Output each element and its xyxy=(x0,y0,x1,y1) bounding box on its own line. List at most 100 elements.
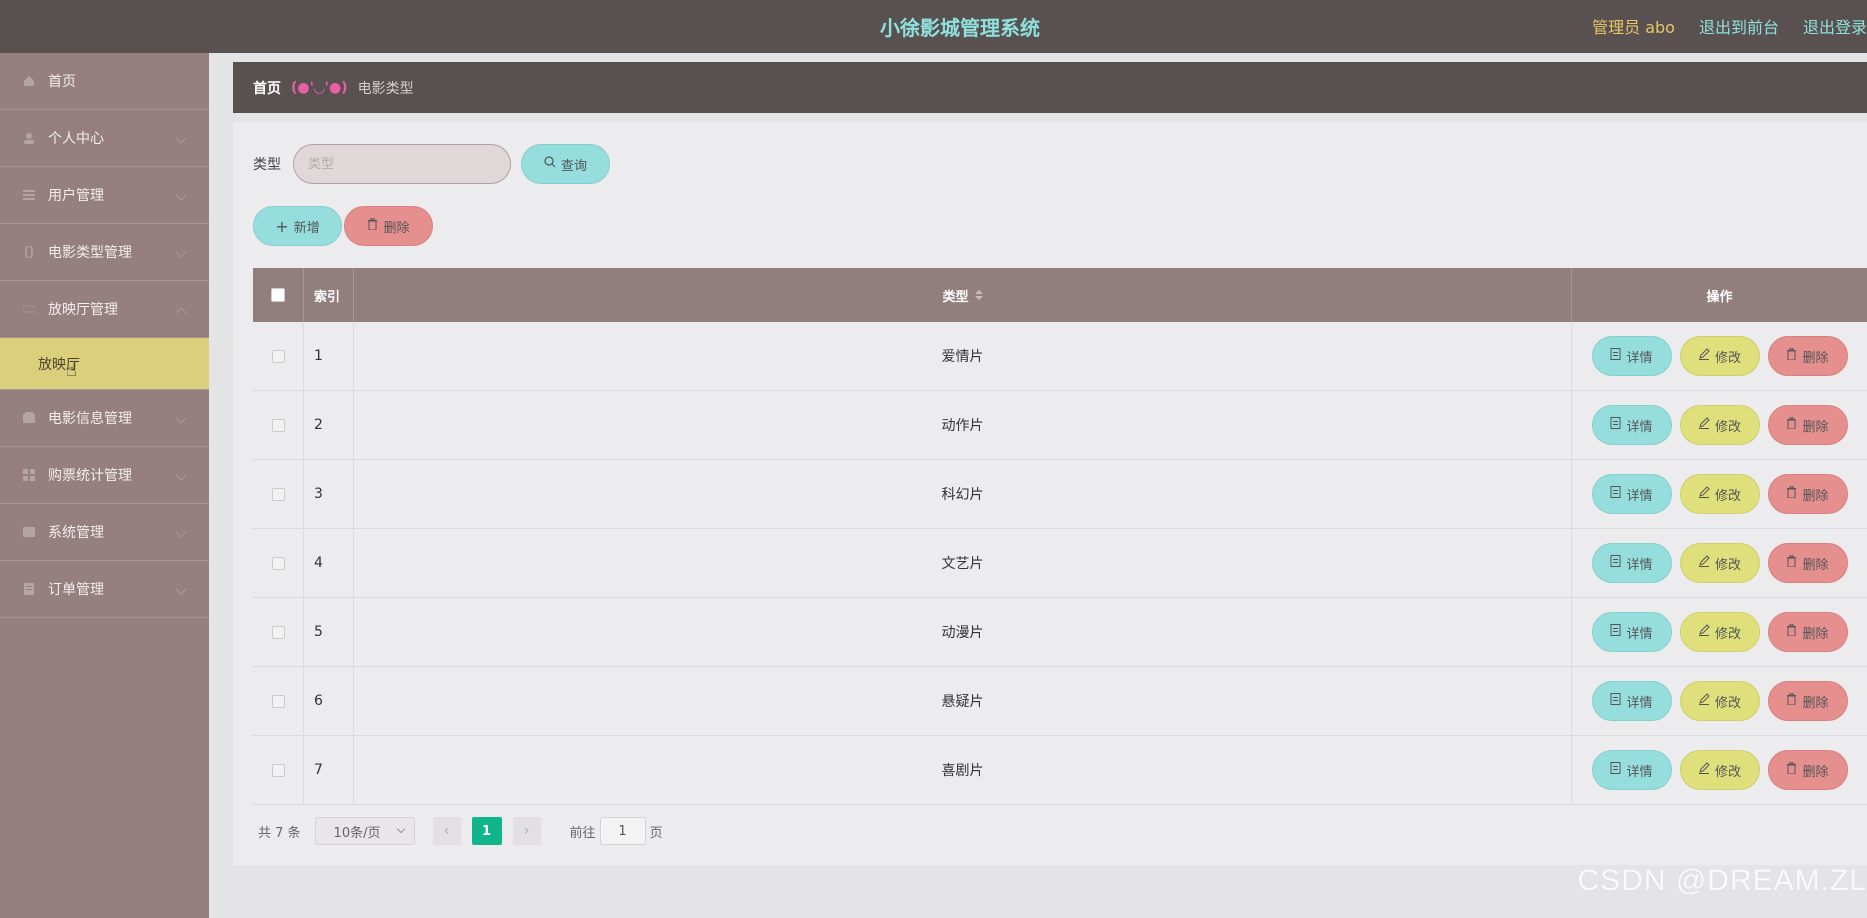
table-row: 2 动作片 详情 修改 删除 xyxy=(253,391,1867,460)
sidebar-item-label: 个人中心 xyxy=(48,131,104,147)
home-icon xyxy=(22,74,36,88)
trash-icon xyxy=(1786,761,1797,778)
query-button-label: 查询 xyxy=(560,158,587,174)
edit-button[interactable]: 修改 xyxy=(1679,750,1760,790)
delete-button[interactable]: 删除 xyxy=(1767,336,1848,376)
edit-button[interactable]: 修改 xyxy=(1679,405,1760,445)
add-button[interactable]: + 新增 xyxy=(253,206,342,246)
delete-button[interactable]: 删除 xyxy=(1767,681,1848,721)
sidebar-item-orders[interactable]: 订单管理 xyxy=(0,561,209,618)
sidebar-item-movie-info[interactable]: 电影信息管理 xyxy=(0,390,209,447)
trash-icon xyxy=(1786,692,1797,709)
page-size-value: 10条/页 xyxy=(333,825,381,841)
row-checkbox[interactable] xyxy=(271,487,285,501)
breadcrumb-separator: (●'◡'●) xyxy=(291,79,348,96)
edit-button[interactable]: 修改 xyxy=(1679,336,1760,376)
select-all-checkbox[interactable] xyxy=(271,288,285,302)
column-type[interactable]: 类型 xyxy=(354,268,1572,322)
detail-button[interactable]: 详情 xyxy=(1591,405,1672,445)
detail-button-label: 详情 xyxy=(1626,695,1653,711)
chevron-down-icon xyxy=(175,189,187,201)
trash-icon xyxy=(367,217,378,234)
document-icon xyxy=(1610,417,1621,433)
document-icon xyxy=(1610,555,1621,571)
sidebar-item-label: 订单管理 xyxy=(48,582,104,598)
document-icon xyxy=(1610,624,1621,640)
sidebar-item-home[interactable]: 首页 xyxy=(0,53,209,110)
sidebar-item-halls[interactable]: 放映厅管理 xyxy=(0,281,209,338)
delete-button[interactable]: 删除 xyxy=(1767,474,1848,514)
edit-button[interactable]: 修改 xyxy=(1679,474,1760,514)
delete-button[interactable]: 删除 xyxy=(1767,612,1848,652)
edit-button[interactable]: 修改 xyxy=(1679,681,1760,721)
column-type-label: 类型 xyxy=(942,289,969,305)
edit-button-label: 修改 xyxy=(1714,626,1741,642)
query-button[interactable]: 查询 xyxy=(521,144,610,184)
sidebar-item-system[interactable]: 系统管理 xyxy=(0,504,209,561)
sidebar-item-ticket-stats[interactable]: 购票统计管理 xyxy=(0,447,209,504)
detail-button[interactable]: 详情 xyxy=(1591,681,1672,721)
row-checkbox[interactable] xyxy=(271,625,285,639)
back-to-front-link[interactable]: 退出到前台 xyxy=(1699,14,1779,38)
hall-icon xyxy=(22,302,36,316)
detail-button[interactable]: 详情 xyxy=(1591,612,1672,652)
sort-icon[interactable] xyxy=(974,290,983,300)
detail-button-label: 详情 xyxy=(1626,626,1653,642)
row-checkbox[interactable] xyxy=(271,418,285,432)
row-checkbox[interactable] xyxy=(271,556,285,570)
sidebar-subitem-hall[interactable]: 放映厅 ☝ xyxy=(0,338,209,390)
trash-icon xyxy=(1786,416,1797,433)
table-row: 7 喜剧片 详情 修改 删除 xyxy=(253,736,1867,805)
page-1-button[interactable]: 1 xyxy=(471,817,502,845)
goto-page-input[interactable] xyxy=(599,817,646,845)
row-index: 2 xyxy=(304,391,354,459)
breadcrumb-home[interactable]: 首页 xyxy=(253,78,281,98)
sidebar-item-profile[interactable]: 个人中心 xyxy=(0,110,209,167)
delete-button-label: 删除 xyxy=(1802,557,1829,573)
delete-button[interactable]: 删除 xyxy=(1767,543,1848,583)
total-count: 共 7 条 xyxy=(258,825,301,841)
detail-button[interactable]: 详情 xyxy=(1591,543,1672,583)
add-button-label: 新增 xyxy=(293,220,320,236)
pencil-icon xyxy=(1698,693,1710,709)
system-icon xyxy=(22,525,36,539)
detail-button[interactable]: 详情 xyxy=(1591,474,1672,514)
sidebar-item-movie-types[interactable]: 电影类型管理 xyxy=(0,224,209,281)
delete-button-label: 删除 xyxy=(1802,764,1829,780)
row-checkbox[interactable] xyxy=(271,694,285,708)
sidebar: 首页 个人中心 用户管理 电影类型管理 放映厅管理 放映厅 ☝ 电影信息管理 购… xyxy=(0,53,209,918)
select-all-cell xyxy=(253,268,304,322)
detail-button-label: 详情 xyxy=(1626,419,1653,435)
sidebar-item-users[interactable]: 用户管理 xyxy=(0,167,209,224)
edit-button[interactable]: 修改 xyxy=(1679,612,1760,652)
sidebar-item-label: 电影信息管理 xyxy=(48,411,132,427)
breadcrumb-current: 电影类型 xyxy=(357,80,414,97)
sidebar-item-label: 电影类型管理 xyxy=(48,245,132,261)
pencil-icon xyxy=(1698,486,1710,502)
row-index: 4 xyxy=(304,529,354,597)
delete-button[interactable]: 删除 xyxy=(1767,750,1848,790)
edit-button-label: 修改 xyxy=(1714,764,1741,780)
pencil-icon xyxy=(1698,624,1710,640)
chevron-down-icon xyxy=(175,469,187,481)
prev-page-button[interactable]: ‹ xyxy=(432,817,461,845)
row-select-cell xyxy=(253,736,304,804)
batch-delete-button[interactable]: 删除 xyxy=(344,206,433,246)
delete-button[interactable]: 删除 xyxy=(1767,405,1848,445)
row-checkbox[interactable] xyxy=(271,349,285,363)
page-size-select[interactable]: 10条/页 xyxy=(314,817,415,845)
detail-button[interactable]: 详情 xyxy=(1591,336,1672,376)
table-row: 5 动漫片 详情 修改 删除 xyxy=(253,598,1867,667)
chevron-down-icon xyxy=(175,583,187,595)
sidebar-item-label: 系统管理 xyxy=(48,525,104,541)
row-checkbox[interactable] xyxy=(271,763,285,777)
row-type: 爱情片 xyxy=(354,322,1572,390)
edit-button[interactable]: 修改 xyxy=(1679,543,1760,583)
logout-link[interactable]: 退出登录 xyxy=(1803,14,1867,38)
next-page-button[interactable]: › xyxy=(512,817,541,845)
detail-button[interactable]: 详情 xyxy=(1591,750,1672,790)
chevron-down-icon xyxy=(175,246,187,258)
search-form: 类型 查询 xyxy=(253,144,610,184)
trash-icon xyxy=(1786,554,1797,571)
type-search-input[interactable] xyxy=(293,144,511,184)
